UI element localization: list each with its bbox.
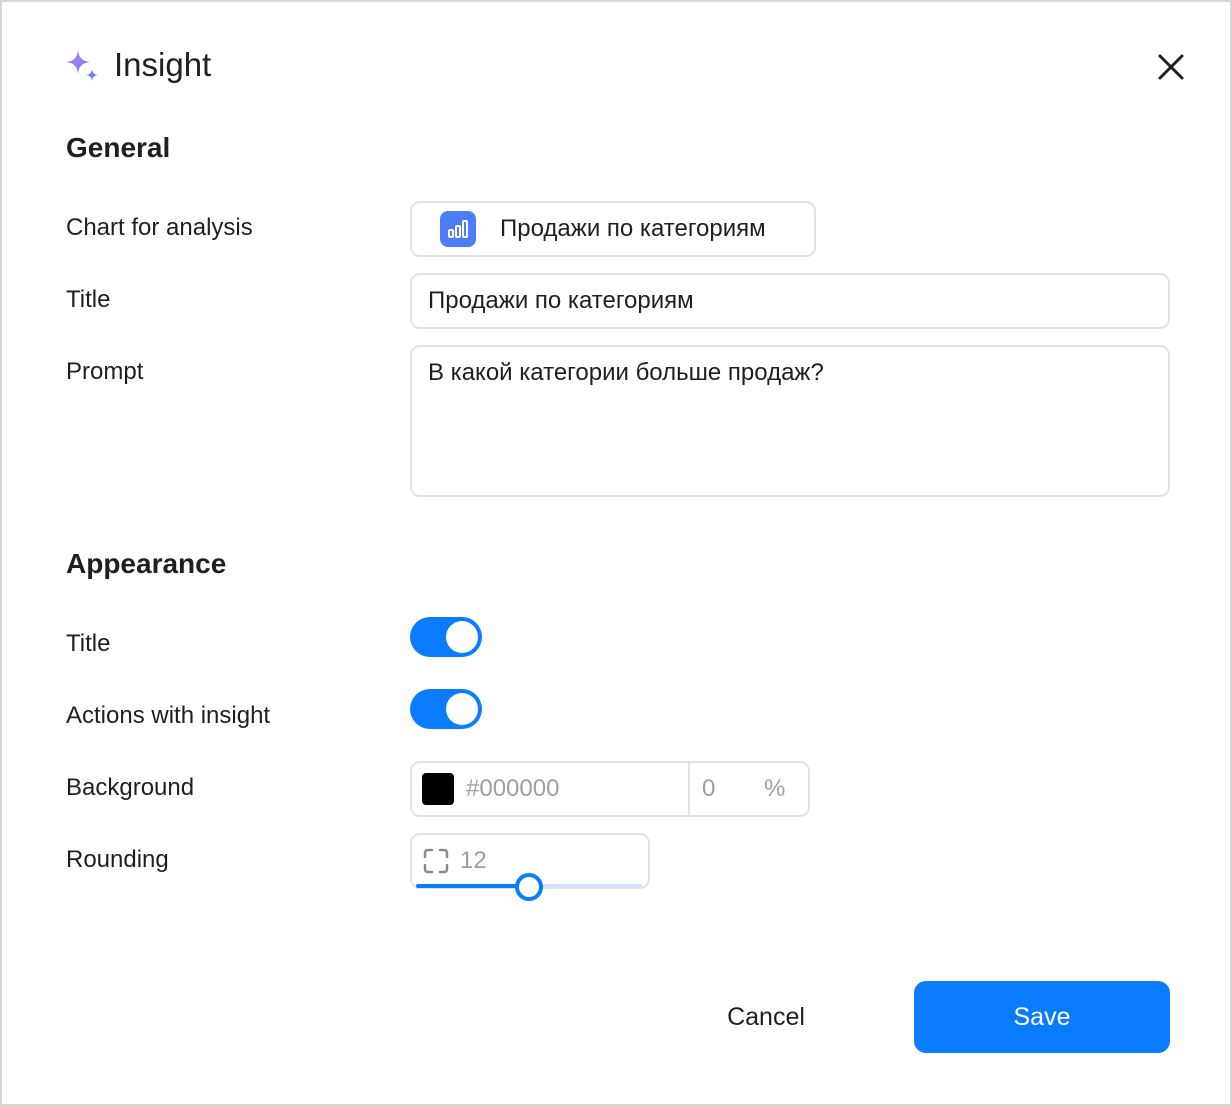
- actions-toggle-label: Actions with insight: [66, 702, 271, 729]
- rounding-value: 12: [460, 847, 487, 874]
- rounding-slider-fill: [416, 884, 529, 888]
- section-title-general: General: [66, 132, 171, 163]
- chart-select[interactable]: Продажи по категориям: [410, 201, 816, 257]
- prompt-label: Prompt: [66, 358, 144, 385]
- title-input[interactable]: [410, 273, 1170, 329]
- title-toggle[interactable]: [410, 617, 482, 657]
- background-label: Background: [66, 774, 195, 801]
- background-opacity-input[interactable]: 0: [702, 775, 764, 803]
- chart-select-value: Продажи по категориям: [500, 215, 766, 242]
- close-icon: [1158, 54, 1184, 80]
- rounding-slider-thumb[interactable]: [515, 873, 543, 901]
- bar-chart-icon: [440, 211, 476, 247]
- toggle-knob: [446, 693, 478, 725]
- insight-dialog: Insight General Chart for analysis Прода…: [0, 0, 1232, 1106]
- section-title-appearance: Appearance: [66, 548, 227, 579]
- dialog-title: Insight: [114, 46, 212, 83]
- save-button[interactable]: Save: [914, 981, 1170, 1053]
- toggle-knob: [446, 621, 478, 653]
- actions-toggle[interactable]: [410, 689, 482, 729]
- color-swatch[interactable]: [422, 773, 454, 805]
- background-field: #000000 0 %: [410, 761, 810, 817]
- corner-radius-icon: [423, 848, 449, 874]
- title-toggle-label: Title: [66, 630, 111, 657]
- prompt-textarea[interactable]: В какой категории больше продаж?: [410, 345, 1170, 497]
- opacity-unit: %: [764, 775, 786, 802]
- sparkle-icon: [66, 50, 98, 81]
- background-hex-input[interactable]: #000000: [466, 775, 688, 803]
- chart-for-analysis-label: Chart for analysis: [66, 214, 253, 241]
- title-label: Title: [66, 286, 111, 313]
- cancel-button[interactable]: Cancel: [696, 982, 836, 1052]
- field-divider: [688, 763, 690, 815]
- close-button[interactable]: [1150, 46, 1192, 88]
- rounding-label: Rounding: [66, 846, 169, 873]
